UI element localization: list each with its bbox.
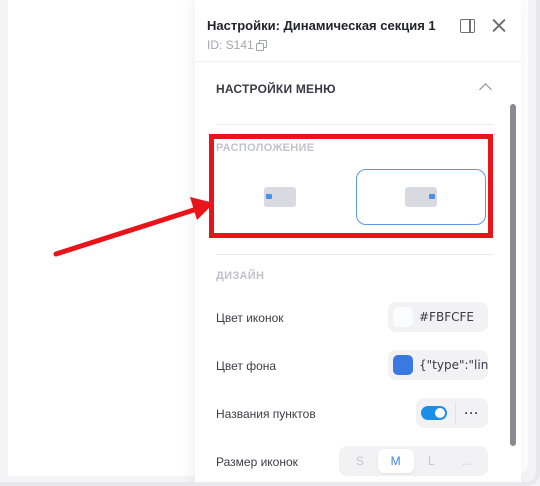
item-names-control: ··· bbox=[416, 398, 488, 428]
icon-size-label: Размер иконок bbox=[216, 455, 298, 469]
icon-size-m[interactable]: M bbox=[377, 449, 414, 473]
app-frame: Настройки: Динамическая секция 1 ID: S14… bbox=[0, 0, 540, 486]
panel-title: Настройки: Динамическая секция 1 bbox=[207, 18, 436, 33]
annotation-highlight-box bbox=[209, 134, 493, 238]
divider bbox=[216, 254, 494, 255]
icon-size-s[interactable]: S bbox=[342, 449, 378, 473]
divider bbox=[216, 124, 494, 125]
settings-panel: Настройки: Динамическая секция 1 ID: S14… bbox=[195, 0, 521, 482]
chevron-up-icon[interactable] bbox=[479, 83, 492, 96]
panel-id-text: ID: S141 bbox=[207, 38, 254, 52]
bg-color-label: Цвет фона bbox=[216, 359, 277, 373]
icon-color-label: Цвет иконок bbox=[216, 311, 284, 325]
panel-id[interactable]: ID: S141 bbox=[207, 38, 267, 52]
close-icon[interactable] bbox=[491, 17, 507, 33]
bg-color-field[interactable]: {"type":"lin bbox=[388, 350, 488, 380]
design-label: ДИЗАЙН bbox=[216, 270, 265, 282]
menu-settings-heading[interactable]: НАСТРОЙКИ МЕНЮ bbox=[216, 82, 336, 96]
bg-color-value: {"type":"lin bbox=[419, 358, 488, 372]
sidebar-toggle-icon[interactable] bbox=[460, 19, 475, 33]
scrollbar[interactable] bbox=[510, 104, 516, 446]
more-options-button[interactable]: ··· bbox=[456, 398, 488, 428]
copy-icon[interactable] bbox=[255, 40, 267, 51]
icon-size-l[interactable]: L bbox=[414, 449, 450, 473]
panel-content: НАСТРОЙКИ МЕНЮ РАСПОЛОЖЕНИЕ ДИЗАЙН Цвет … bbox=[203, 62, 507, 482]
bg-color-swatch[interactable] bbox=[393, 355, 413, 375]
icon-size-more[interactable]: ... bbox=[449, 449, 485, 473]
icon-color-field[interactable]: #FBFCFE bbox=[388, 302, 488, 332]
panel-header: Настройки: Динамическая секция 1 ID: S14… bbox=[195, 0, 521, 62]
icon-size-selector: S M L ... bbox=[339, 446, 488, 476]
item-names-label: Названия пунктов bbox=[216, 407, 316, 421]
item-names-toggle[interactable] bbox=[421, 406, 447, 420]
icon-color-swatch[interactable] bbox=[393, 307, 413, 327]
icon-color-value: #FBFCFE bbox=[419, 310, 474, 324]
